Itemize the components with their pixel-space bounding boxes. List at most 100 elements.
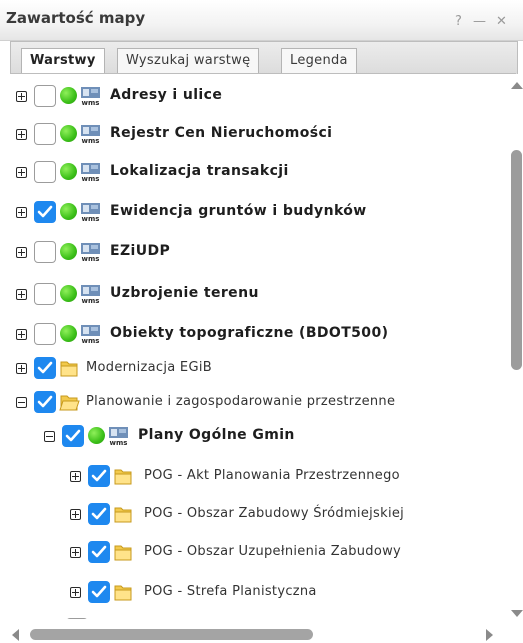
checkmark-icon <box>65 429 81 442</box>
wms-label: wms <box>82 175 100 182</box>
wms-layer-icon: wms <box>81 87 100 106</box>
layer-checkbox[interactable] <box>34 85 56 107</box>
wms-label: wms <box>82 337 100 344</box>
layer-label: EZiUDP <box>110 243 171 259</box>
scroll-down-arrow-icon[interactable] <box>511 610 523 617</box>
layer-row-plany-ogolne[interactable]: wms Plany Ogólne Gmin <box>10 424 508 452</box>
horizontal-scroll-thumb[interactable] <box>30 629 313 640</box>
layer-label: Lokalizacja transakcji <box>110 163 289 179</box>
status-dot-icon <box>60 125 77 142</box>
layer-row-obiekty-topograficzne[interactable]: wms Obiekty topograficzne (BDOT500) <box>10 322 508 350</box>
wms-layer-icon: wms <box>81 163 100 182</box>
layer-group-pog-akt[interactable]: POG - Akt Planowania Przestrzennego <box>10 464 508 492</box>
layer-tree: wms Adresy i ulice wms Rejestr Cen Nieru… <box>10 74 508 619</box>
layer-checkbox[interactable] <box>34 357 56 379</box>
collapse-icon[interactable] <box>44 431 55 442</box>
minimize-button[interactable]: — <box>473 14 486 29</box>
wms-layer-icon: wms <box>81 125 100 144</box>
layer-group-planowanie[interactable]: Planowanie i zagospodarowanie przestrzen… <box>10 390 508 418</box>
checkmark-icon <box>91 585 107 598</box>
layer-label: Obiekty topograficzne (BDOT500) <box>110 325 389 341</box>
layer-checkbox[interactable] <box>34 323 56 345</box>
layer-label: Rejestr Cen Nieruchomości <box>110 125 333 141</box>
layer-row-eziudp[interactable]: wms EZiUDP <box>10 240 508 268</box>
expand-icon[interactable] <box>70 509 81 520</box>
expand-icon[interactable] <box>16 167 27 178</box>
layer-label: Uzbrojenie terenu <box>110 285 259 301</box>
layer-checkbox[interactable] <box>88 581 110 603</box>
layer-row-partial[interactable] <box>10 614 508 619</box>
expand-icon[interactable] <box>70 471 81 482</box>
folder-icon <box>114 469 132 485</box>
layer-group-pog-strefa[interactable]: POG - Strefa Planistyczna <box>10 580 508 608</box>
folder-icon <box>60 361 78 377</box>
wms-label: wms <box>110 439 128 446</box>
layer-group-pog-uzupelnienia[interactable]: POG - Obszar Uzupełnienia Zabudowy <box>10 540 508 568</box>
layer-row-adresy[interactable]: wms Adresy i ulice <box>10 84 508 112</box>
layer-checkbox[interactable] <box>88 465 110 487</box>
layer-label: POG - Strefa Planistyczna <box>144 584 317 599</box>
expand-icon[interactable] <box>16 289 27 300</box>
scroll-left-arrow-icon[interactable] <box>12 629 19 641</box>
status-dot-icon <box>88 427 105 444</box>
layer-row-uzbrojenie[interactable]: wms Uzbrojenie terenu <box>10 282 508 310</box>
layer-checkbox[interactable] <box>62 425 84 447</box>
expand-icon[interactable] <box>16 247 27 258</box>
layer-label: Adresy i ulice <box>110 87 223 103</box>
layer-label: Planowanie i zagospodarowanie przestrzen… <box>86 394 396 409</box>
layer-checkbox[interactable] <box>34 391 56 413</box>
folder-icon <box>114 545 132 561</box>
layer-checkbox[interactable] <box>34 201 56 223</box>
layer-checkbox[interactable] <box>34 161 56 183</box>
layer-label: Modernizacja EGiB <box>86 360 212 375</box>
panel-titlebar: Zawartość mapy ? — ✕ <box>0 0 523 41</box>
tab-strip: Warstwy Wyszukaj warstwę Legenda <box>10 41 518 75</box>
expand-icon[interactable] <box>16 207 27 218</box>
wms-label: wms <box>82 297 100 304</box>
layer-row-lokalizacja[interactable]: wms Lokalizacja transakcji <box>10 160 508 188</box>
tab-warstwy[interactable]: Warstwy <box>21 48 105 75</box>
layer-row-ewidencja[interactable]: wms Ewidencja gruntów i budynków <box>10 200 508 228</box>
status-dot-icon <box>60 285 77 302</box>
layer-label: Plany Ogólne Gmin <box>138 427 295 443</box>
close-button[interactable]: ✕ <box>496 14 507 29</box>
layer-group-modernizacja[interactable]: Modernizacja EGiB <box>10 356 508 384</box>
checkmark-icon <box>91 469 107 482</box>
checkmark-icon <box>91 507 107 520</box>
expand-icon[interactable] <box>16 129 27 140</box>
scroll-up-arrow-icon[interactable] <box>511 82 523 89</box>
wms-layer-icon: wms <box>81 285 100 304</box>
folder-icon <box>114 585 132 601</box>
layer-checkbox[interactable] <box>34 123 56 145</box>
expand-icon[interactable] <box>70 547 81 558</box>
layer-group-pog-srodmiejskiej[interactable]: POG - Obszar Zabudowy Śródmiejskiej <box>10 502 508 530</box>
wms-label: wms <box>82 137 100 144</box>
checkmark-icon <box>37 361 53 374</box>
folder-icon <box>114 507 132 523</box>
panel-title: Zawartość mapy <box>6 9 146 27</box>
layer-checkbox[interactable] <box>34 283 56 305</box>
layer-checkbox[interactable] <box>34 241 56 263</box>
layer-checkbox[interactable] <box>88 503 110 525</box>
vertical-scroll-thumb[interactable] <box>511 150 522 370</box>
layer-label: Ewidencja gruntów i budynków <box>110 203 367 219</box>
layer-label: POG - Akt Planowania Przestrzennego <box>144 468 400 483</box>
expand-icon[interactable] <box>16 91 27 102</box>
checkmark-icon <box>37 205 53 218</box>
status-dot-icon <box>60 203 77 220</box>
collapse-icon[interactable] <box>16 397 27 408</box>
layer-row-rejestr-cen[interactable]: wms Rejestr Cen Nieruchomości <box>10 122 508 150</box>
scroll-right-arrow-icon[interactable] <box>486 629 493 641</box>
wms-layer-icon: wms <box>81 243 100 262</box>
help-button[interactable]: ? <box>455 14 462 29</box>
status-dot-icon <box>60 243 77 260</box>
status-dot-icon <box>60 163 77 180</box>
expand-icon[interactable] <box>16 329 27 340</box>
wms-label: wms <box>82 255 100 262</box>
tab-legenda[interactable]: Legenda <box>281 48 357 74</box>
tab-wyszukaj-warstwe[interactable]: Wyszukaj warstwę <box>117 48 260 74</box>
layer-checkbox[interactable] <box>66 618 88 619</box>
expand-icon[interactable] <box>16 363 27 374</box>
layer-checkbox[interactable] <box>88 541 110 563</box>
expand-icon[interactable] <box>70 587 81 598</box>
